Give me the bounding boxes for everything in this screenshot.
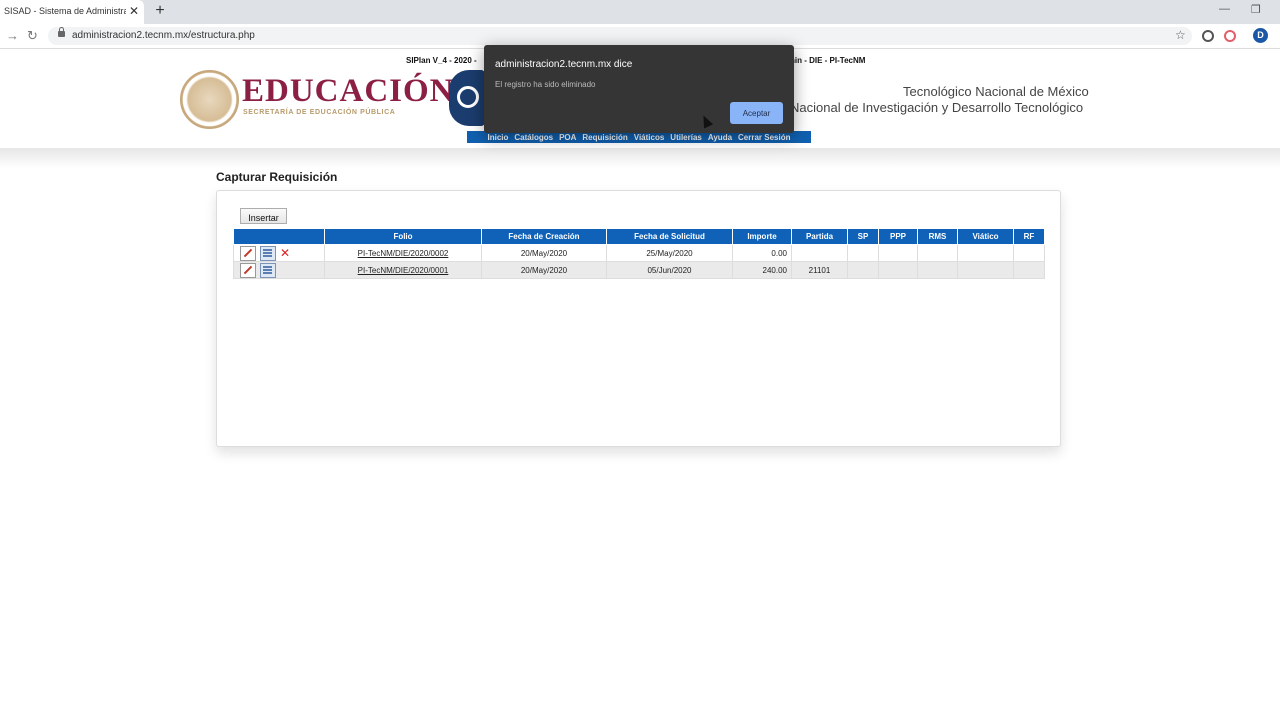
institution-department: Nacional de Investigación y Desarrollo T… [790,100,1084,115]
table-row: PI-TecNM/DIE/2020/0001 20/May/2020 05/Ju… [233,261,1045,279]
close-tab-icon[interactable]: ✕ [128,4,140,18]
header-shadow [0,148,1280,168]
menu-item-viaticos[interactable]: Viáticos [634,133,665,142]
column-header [233,228,325,245]
importe-cell: 240.00 [732,261,792,279]
column-header-ppp: PPP [878,228,918,245]
ppp-cell [878,244,918,262]
menu-item-requisicion[interactable]: Requisición [582,133,627,142]
column-header-rf: RF [1013,228,1045,245]
menu-item-cerrar-sesion[interactable]: Cerrar Sesión [738,133,790,142]
alert-message: El registro ha sido eliminado [495,80,596,89]
browser-tab[interactable]: SISAD - Sistema de Administraci ✕ [0,0,144,24]
menu-item-catalogos[interactable]: Catálogos [514,133,553,142]
sp-cell [847,261,879,279]
fecha-creacion-cell: 20/May/2020 [481,261,607,279]
mexico-seal-logo [180,70,239,129]
new-tab-icon[interactable]: + [151,2,169,20]
bookmark-star-icon[interactable]: ☆ [1175,28,1186,42]
details-icon[interactable] [260,262,276,278]
menu-item-ayuda[interactable]: Ayuda [708,133,732,142]
url-text: administracion2.tecnm.mx/estructura.php [72,30,255,41]
sp-cell [847,244,879,262]
page-title: Capturar Requisición [216,170,338,184]
edit-icon[interactable] [240,245,256,261]
extension-icon[interactable] [1202,30,1214,42]
extension-icon[interactable] [1224,30,1236,42]
rms-cell [917,244,958,262]
fecha-creacion-cell: 20/May/2020 [481,244,607,262]
alert-dialog: administracion2.tecnm.mx dice El registr… [484,45,794,133]
column-header-fecha-creacion: Fecha de Creación [481,228,607,245]
column-header-sp: SP [847,228,879,245]
lock-icon [58,27,65,37]
menu-item-utilerias[interactable]: Utilerías [670,133,702,142]
header-topline-right: nin - DIE - PI-TecNM [790,56,866,65]
folio-link[interactable]: PI-TecNM/DIE/2020/0002 [358,249,449,258]
educacion-logo-title: EDUCACIÓN [242,73,455,109]
rms-cell [917,261,958,279]
header-topline: SIPlan V_4 - 2020 - [406,56,477,65]
reload-icon[interactable]: ↻ [27,28,38,44]
column-header-importe: Importe [732,228,792,245]
restore-icon[interactable]: ❐ [1251,3,1261,16]
viatico-cell [957,244,1014,262]
folio-cell: PI-TecNM/DIE/2020/0001 [324,261,482,279]
column-header-folio: Folio [324,228,482,245]
edit-icon[interactable] [240,262,256,278]
menu-item-poa[interactable]: POA [559,133,576,142]
insert-button[interactable]: Insertar [240,208,287,224]
forward-icon[interactable]: → [6,28,19,43]
fecha-solicitud-cell: 05/Jun/2020 [606,261,733,279]
details-icon[interactable] [260,245,276,261]
rf-cell [1013,261,1045,279]
importe-cell: 0.00 [732,244,792,262]
address-bar[interactable]: administracion2.tecnm.mx/estructura.php … [48,27,1192,45]
table-header-row: Folio Fecha de Creación Fecha de Solicit… [233,228,1045,245]
fecha-solicitud-cell: 25/May/2020 [606,244,733,262]
partida-cell: 21101 [791,261,848,279]
partida-cell [791,244,848,262]
column-header-fecha-solicitud: Fecha de Solicitud [606,228,733,245]
delete-icon[interactable]: ✕ [280,246,294,260]
row-actions [233,261,325,279]
column-header-rms: RMS [917,228,958,245]
profile-avatar[interactable]: D [1253,28,1268,43]
viatico-cell [957,261,1014,279]
minimize-icon[interactable]: — [1219,3,1230,15]
institution-name: Tecnológico Nacional de México [903,84,1089,99]
requisition-table: Folio Fecha de Creación Fecha de Solicit… [233,228,1045,279]
table-row: ✕ PI-TecNM/DIE/2020/0002 20/May/2020 25/… [233,244,1045,262]
folio-cell: PI-TecNM/DIE/2020/0002 [324,244,482,262]
folio-link[interactable]: PI-TecNM/DIE/2020/0001 [358,266,449,275]
menu-item-inicio[interactable]: Inicio [488,133,509,142]
accept-button[interactable]: Aceptar [730,102,783,124]
row-actions: ✕ [233,244,325,262]
alert-title: administracion2.tecnm.mx dice [495,59,633,70]
tab-bar: SISAD - Sistema de Administraci ✕ + — ❐ [0,0,1280,24]
educacion-logo-subtitle: SECRETARÍA DE EDUCACIÓN PÚBLICA [243,109,396,116]
ppp-cell [878,261,918,279]
column-header-partida: Partida [791,228,848,245]
tab-title: SISAD - Sistema de Administraci [4,6,126,16]
rf-cell [1013,244,1045,262]
column-header-viatico: Viático [957,228,1014,245]
tecnm-logo [449,70,485,126]
